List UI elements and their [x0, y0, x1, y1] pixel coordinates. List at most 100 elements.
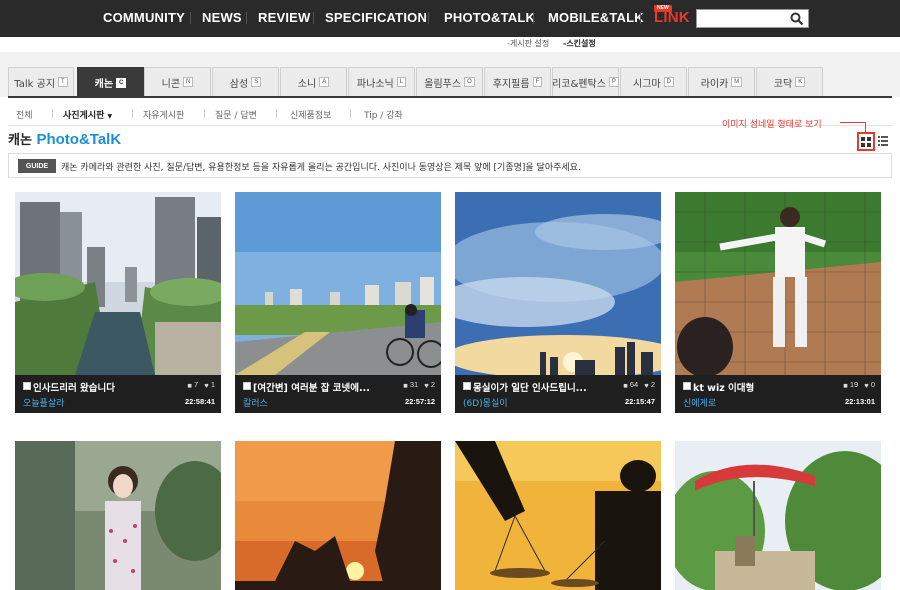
- tab-m[interactable]: 라이카 M: [688, 67, 755, 96]
- card-author[interactable]: 오늘플살라: [23, 396, 64, 409]
- card-title[interactable]: 인사드리러 왔습니다: [33, 380, 163, 394]
- card-info: 몽실이가 일단 인사드립니... ■ 64 ♥ 2 (6D)몽실이 22:15:…: [455, 375, 661, 413]
- card-author[interactable]: 칼러스: [243, 396, 268, 409]
- grid-view-button[interactable]: [857, 132, 875, 151]
- tab-label: 시그마: [633, 78, 661, 90]
- tab-t[interactable]: Talk 공지 T: [8, 67, 74, 96]
- tab-label: 소니: [297, 78, 317, 90]
- photo-card[interactable]: kt wiz 이대형 ■ 19 ♥ 0 신에게로 22:13:01: [675, 192, 881, 413]
- page-title-brand: Photo&TalK: [36, 131, 122, 148]
- photo-thumbnail[interactable]: [15, 192, 221, 375]
- comment-count: 31: [409, 380, 419, 389]
- tab-label: 후지필름: [492, 78, 530, 90]
- board-settings-link[interactable]: -게시판 설정: [507, 38, 549, 49]
- like-count: 2: [430, 380, 435, 389]
- tab-label: 니콘: [161, 78, 181, 90]
- submenu-separator: [350, 109, 351, 118]
- tab-c[interactable]: 캐논 C: [77, 67, 144, 97]
- photo-card[interactable]: 몽실이가 일단 인사드립니... ■ 64 ♥ 2 (6D)몽실이 22:15:…: [455, 192, 661, 413]
- tab-f[interactable]: 후지필름 F: [484, 67, 551, 96]
- list-view-icon[interactable]: [878, 136, 888, 146]
- tab-shortcut-key: F: [532, 77, 543, 87]
- card-stats: ■ 64 ♥ 2: [623, 380, 655, 390]
- image-attached-icon: [23, 382, 31, 390]
- card-info: 인사드리러 왔습니다 ■ 7 ♥ 1 오늘플살라 22:58:41: [15, 375, 221, 413]
- image-attached-icon: [243, 382, 251, 390]
- tab-k[interactable]: 코닥 K: [756, 67, 823, 96]
- annotation-line: [865, 122, 866, 132]
- tab-o[interactable]: 올림푸스 O: [416, 67, 483, 96]
- like-icon: ♥: [204, 380, 209, 390]
- card-author[interactable]: (6D)몽실이: [463, 396, 508, 409]
- dropdown-arrow-icon: ▼: [107, 113, 113, 120]
- tab-p[interactable]: 리코&펜탁스 P: [552, 67, 619, 96]
- annotation-line: [840, 122, 866, 123]
- photo-thumbnail[interactable]: [455, 441, 661, 590]
- submenu-separator: [276, 109, 277, 118]
- submenu-tips[interactable]: Tip / 강좌: [364, 108, 403, 121]
- photo-thumbnail[interactable]: [675, 192, 881, 375]
- photo-card[interactable]: 인사드리러 왔습니다 ■ 7 ♥ 1 오늘플살라 22:58:41: [15, 192, 221, 413]
- nav-review[interactable]: REVIEW: [258, 10, 310, 25]
- nav-mobile-talk[interactable]: MOBILE&TALK: [548, 10, 644, 25]
- like-icon: ♥: [864, 380, 869, 390]
- photo-card[interactable]: [15, 441, 221, 590]
- photo-card[interactable]: [235, 441, 441, 590]
- top-nav: COMMUNITY NEWS REVIEW SPECIFICATION PHOT…: [0, 0, 900, 37]
- nav-separator: [640, 12, 641, 24]
- guide-badge: GUIDE: [18, 159, 56, 173]
- tab-label: Talk 공지: [14, 78, 56, 90]
- submenu-qna[interactable]: 질문 / 답변: [215, 108, 257, 121]
- tab-label: 올림푸스: [424, 78, 462, 90]
- nav-separator: [313, 12, 314, 24]
- page-title: 캐논 Photo&TalK: [8, 129, 121, 148]
- photo-card[interactable]: [여간변] 여러분 잡 코넷에... ■ 31 ♥ 2 칼러스 22:57:12: [235, 192, 441, 413]
- skin-settings-link[interactable]: -스킨설정: [563, 38, 596, 49]
- nav-separator: [190, 12, 191, 24]
- tab-shortcut-key: S: [251, 77, 262, 87]
- tab-shortcut-key: N: [183, 77, 194, 87]
- guide-bar: GUIDE 캐논 카메라와 관련한 사진, 질문/답변, 유용한정보 등을 자유…: [8, 153, 892, 178]
- tab-n[interactable]: 니콘 N: [144, 67, 211, 96]
- like-count: 1: [210, 380, 215, 389]
- tab-label: 파나소닉: [356, 78, 394, 90]
- submenu-all[interactable]: 전체: [16, 108, 33, 121]
- photo-card[interactable]: [455, 441, 661, 590]
- guide-text: 캐논 카메라와 관련한 사진, 질문/답변, 유용한정보 등을 자유롭게 올리는…: [61, 163, 581, 173]
- card-title[interactable]: [여간변] 여러분 잡 코넷에...: [253, 380, 383, 394]
- nav-link[interactable]: LINK: [654, 9, 690, 26]
- tab-l[interactable]: 파나소닉 L: [348, 67, 415, 96]
- photo-thumbnail[interactable]: [455, 192, 661, 375]
- photo-card[interactable]: [675, 441, 881, 590]
- nav-news[interactable]: NEWS: [202, 10, 242, 25]
- card-title[interactable]: 몽실이가 일단 인사드립니...: [473, 380, 603, 394]
- submenu-photo-board[interactable]: 사진게시판 ▼: [63, 108, 112, 121]
- comment-count: 64: [629, 380, 639, 389]
- card-stats: ■ 7 ♥ 1: [187, 380, 215, 390]
- card-stats: ■ 19 ♥ 0: [843, 380, 875, 390]
- photo-thumbnail[interactable]: [235, 441, 441, 590]
- photo-thumbnail[interactable]: [675, 441, 881, 590]
- thumbnail-view-annotation: 이미지 섬네일 형태로 보기: [722, 120, 822, 130]
- search-icon[interactable]: [790, 12, 804, 26]
- comment-icon: ■: [623, 380, 628, 390]
- tab-shortcut-key: M: [731, 77, 743, 87]
- tab-s[interactable]: 삼성 S: [212, 67, 279, 96]
- photo-thumbnail[interactable]: [235, 192, 441, 375]
- like-icon: ♥: [424, 380, 429, 390]
- tab-a[interactable]: 소니 A: [280, 67, 347, 96]
- card-author[interactable]: 신에게로: [683, 396, 716, 409]
- nav-specification[interactable]: SPECIFICATION: [325, 10, 427, 25]
- tab-shortcut-key: D: [663, 77, 674, 87]
- submenu-free-board[interactable]: 자유게시판: [143, 108, 184, 121]
- card-title[interactable]: kt wiz 이대형: [693, 380, 823, 394]
- nav-photo-talk[interactable]: PHOTO&TALK: [444, 10, 535, 25]
- card-time: 22:15:47: [624, 397, 655, 406]
- card-info: [여간변] 여러분 잡 코넷에... ■ 31 ♥ 2 칼러스 22:57:12: [235, 375, 441, 413]
- search-input[interactable]: [696, 9, 809, 28]
- nav-community[interactable]: COMMUNITY: [103, 10, 185, 25]
- photo-thumbnail[interactable]: [15, 441, 221, 590]
- submenu-new-products[interactable]: 신제품정보: [290, 108, 331, 121]
- tab-d[interactable]: 시그마 D: [620, 67, 687, 96]
- tab-bar-underline: [8, 96, 892, 98]
